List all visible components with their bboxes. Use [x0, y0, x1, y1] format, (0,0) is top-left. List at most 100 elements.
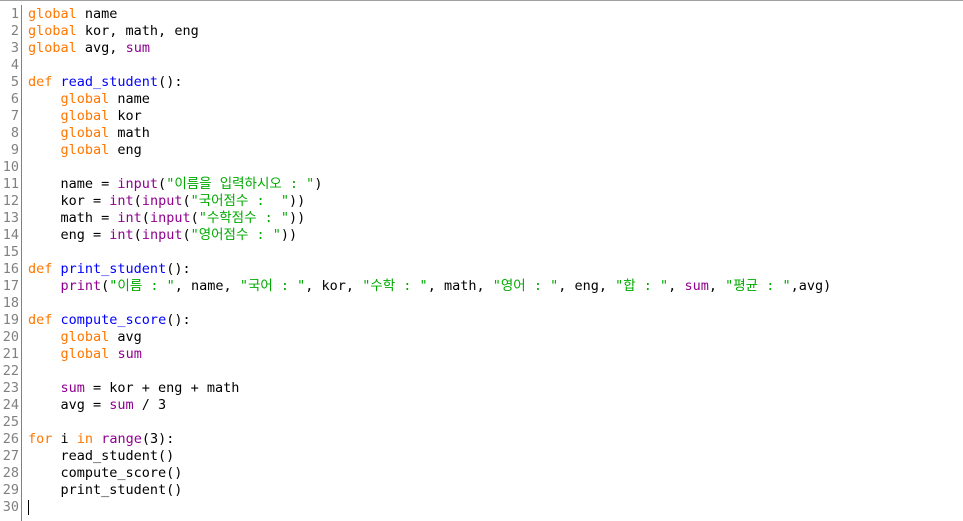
code-area[interactable]: 1 global name 2 global kor, math, eng 3 globa… [0, 6, 963, 516]
code-line[interactable]: 2 global kor, math, eng [0, 23, 963, 40]
code-line[interactable]: 11 name = input("이름을 입력하시오 : ") [0, 176, 963, 193]
code-token: eng = [28, 227, 110, 243]
code-token: kor [109, 108, 142, 124]
line-number: 25 [2, 414, 19, 430]
code-token: sum [60, 380, 85, 396]
code-token: def [28, 261, 53, 277]
code-text: print_student() [28, 482, 183, 499]
line-number: 16 [2, 261, 19, 277]
code-line[interactable]: 26 for i in range(3): [0, 431, 963, 448]
code-token: name = [28, 176, 118, 192]
code-line[interactable]: 19 def compute_score(): [0, 312, 963, 329]
code-token: , math, [427, 278, 493, 294]
code-text: for i in range(3): [28, 431, 174, 448]
code-line[interactable]: 14 eng = int(input("영어점수 : ")) [0, 227, 963, 244]
code-token: , kor, [305, 278, 363, 294]
code-line[interactable]: 10 [0, 159, 963, 176]
code-line[interactable]: 5 def read_student(): [0, 74, 963, 91]
code-line[interactable]: 6 global name [0, 91, 963, 108]
code-token: i [52, 431, 77, 447]
code-token: global [60, 142, 110, 158]
code-token: compute_score [60, 312, 167, 328]
line-number: 22 [2, 363, 19, 379]
code-token: name [109, 91, 150, 107]
code-text: global kor [28, 108, 142, 125]
code-text: def read_student(): [28, 74, 182, 91]
code-line[interactable]: 13 math = int(input("수학점수 : ")) [0, 210, 963, 227]
code-token: )) [289, 210, 306, 226]
code-token: , [708, 278, 726, 294]
code-token: / 3 [133, 397, 167, 413]
code-token: "이름을 입력하시오 : " [166, 176, 315, 192]
text-cursor [28, 499, 29, 515]
code-token: sum [109, 397, 134, 413]
code-line[interactable]: 30 [0, 499, 963, 516]
code-token: input [141, 193, 183, 209]
code-token: avg, [76, 40, 126, 56]
code-line[interactable]: 21 global sum [0, 346, 963, 363]
code-line[interactable]: 28 compute_score() [0, 465, 963, 482]
code-line[interactable]: 22 [0, 363, 963, 380]
code-token: print_student [60, 261, 167, 277]
line-number: 29 [2, 482, 19, 498]
code-line[interactable]: 1 global name [0, 6, 963, 23]
code-text: def compute_score(): [28, 312, 191, 329]
code-editor[interactable]: 1 global name 2 global kor, math, eng 3 globa… [0, 0, 963, 521]
code-token: "영어점수 : " [190, 227, 281, 243]
code-token: name [76, 6, 118, 22]
code-text: math = int(input("수학점수 : ")) [28, 210, 306, 227]
code-token: , eng, [558, 278, 616, 294]
code-token: avg = [28, 397, 110, 413]
code-token: global [28, 40, 77, 56]
code-token: ( [190, 210, 199, 226]
line-number: 26 [2, 431, 19, 447]
code-line[interactable]: 9 global eng [0, 142, 963, 159]
code-token: print [60, 278, 102, 294]
code-line[interactable]: 15 [0, 244, 963, 261]
code-line[interactable]: 8 global math [0, 125, 963, 142]
line-number: 5 [10, 74, 19, 90]
code-token: sum [117, 346, 142, 362]
code-line[interactable]: 12 kor = int(input("국어점수 : ")) [0, 193, 963, 210]
code-text: global name [28, 91, 150, 108]
code-token: range [101, 431, 142, 447]
code-text: eng = int(input("영어점수 : ")) [28, 227, 298, 244]
code-token: for [28, 431, 53, 447]
code-line[interactable]: 20 global avg [0, 329, 963, 346]
code-token: "합 : " [615, 278, 669, 294]
code-line[interactable]: 17 print("이름 : ", name, "국어 : ", kor, "수… [0, 278, 963, 295]
code-line[interactable]: 4 [0, 57, 963, 74]
code-token: avg [109, 329, 142, 345]
code-line[interactable]: 29 print_student() [0, 482, 963, 499]
code-line[interactable]: 16 def print_student(): [0, 261, 963, 278]
code-token: input [141, 227, 183, 243]
line-number: 8 [10, 125, 19, 141]
code-text: global math [28, 125, 150, 142]
code-token: global [60, 346, 110, 362]
code-token: "국어 : " [239, 278, 306, 294]
code-line[interactable]: 27 read_student() [0, 448, 963, 465]
code-line[interactable]: 3 global avg, sum [0, 40, 963, 57]
code-token: eng [109, 142, 142, 158]
code-line[interactable]: 18 [0, 295, 963, 312]
code-line[interactable]: 24 avg = sum / 3 [0, 397, 963, 414]
code-line[interactable]: 23 sum = kor + eng + math [0, 380, 963, 397]
line-number: 24 [2, 397, 19, 413]
code-token: read_student() [28, 448, 175, 464]
line-number: 30 [2, 499, 19, 515]
line-number: 12 [2, 193, 19, 209]
line-number: 1 [10, 6, 19, 22]
code-line[interactable]: 7 global kor [0, 108, 963, 125]
code-token: ( [133, 227, 142, 243]
code-line[interactable]: 25 [0, 414, 963, 431]
line-number: 9 [10, 142, 19, 158]
code-token: math = [28, 210, 118, 226]
code-text: global sum [28, 346, 142, 363]
line-number: 28 [2, 465, 19, 481]
code-token: "수학 : " [362, 278, 428, 294]
